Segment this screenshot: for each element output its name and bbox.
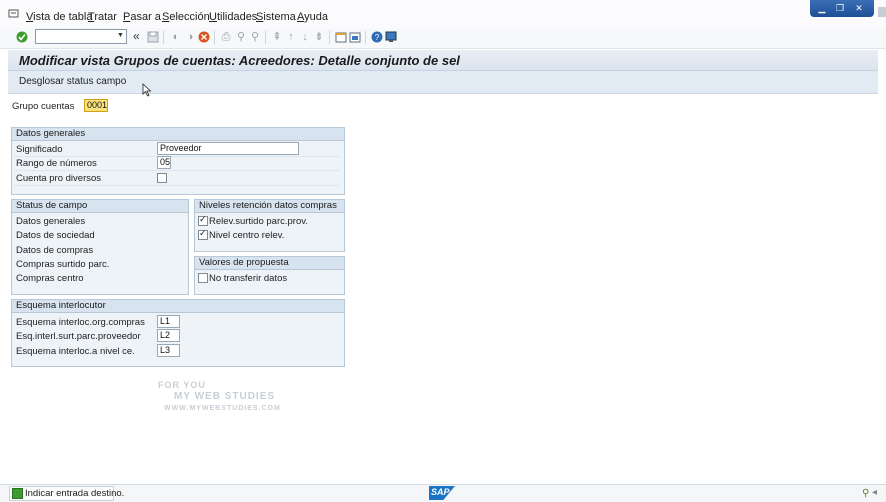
success-status-icon xyxy=(12,488,23,499)
status-datos-sociedad-item[interactable]: Datos de sociedad xyxy=(16,230,95,241)
nivel-centro-label: Nivel centro relev. xyxy=(209,230,285,241)
status-bar: Indicar entrada destino. SAP ⚲ ◂ xyxy=(0,484,886,502)
relev-surtido-checkbox[interactable] xyxy=(198,214,208,226)
desglosar-status-campo-button[interactable]: Desglosar status campo xyxy=(19,76,126,87)
toolbar-separator xyxy=(214,31,215,44)
status-message: Indicar entrada destino. xyxy=(25,488,125,499)
next-page-icon[interactable]: ↓ xyxy=(299,31,311,43)
rango-numeros-label: Rango de números xyxy=(16,158,97,169)
datos-generales-header: Datos generales xyxy=(12,128,344,141)
sap-logo-corner-icon xyxy=(878,7,886,17)
svg-text:?: ? xyxy=(375,33,380,42)
valores-propuesta-header: Valores de propuesta xyxy=(195,257,344,270)
menu-sistema[interactable]: Sistema xyxy=(256,11,296,23)
sap-logo: SAP xyxy=(429,486,455,500)
status-compras-surtido-item[interactable]: Compras surtido parc. xyxy=(16,259,109,270)
status-datos-generales-item[interactable]: Datos generales xyxy=(16,216,85,227)
command-dropdown-icon[interactable]: ▼ xyxy=(117,32,124,39)
significado-field[interactable]: Proveedor xyxy=(157,142,299,155)
menu-seleccion[interactable]: Selección xyxy=(162,11,210,23)
watermark-line-3: WWW.MYWEBSTUDIES.COM xyxy=(164,405,281,412)
status-campo-header: Status de campo xyxy=(12,200,188,213)
customize-layout-icon[interactable] xyxy=(385,31,397,43)
no-transferir-checkbox[interactable] xyxy=(198,273,208,283)
mouse-cursor-icon xyxy=(142,83,152,100)
esquema-org-compras-field[interactable]: L1 xyxy=(157,315,180,328)
find-icon[interactable]: ⚲ xyxy=(235,31,247,43)
grupo-cuentas-field[interactable]: 0001 xyxy=(84,99,108,112)
menu-tratar[interactable]: Tratar xyxy=(88,11,117,23)
status-collapse-icon[interactable]: ◂ xyxy=(872,487,877,498)
cuenta-diversos-label: Cuenta pro diversos xyxy=(16,173,102,184)
esquema-nivel-centro-label: Esquema interloc.a nivel ce. xyxy=(16,346,135,357)
niveles-retencion-header: Niveles retención datos compras xyxy=(195,200,344,213)
toolbar-separator xyxy=(265,31,266,44)
back-icon[interactable]: ◐ xyxy=(170,31,182,43)
menu-vista-de-tabla[interactable]: Vista de tabla xyxy=(26,11,92,23)
significado-label: Significado xyxy=(16,144,63,155)
command-field[interactable] xyxy=(35,29,127,44)
toolbar-separator xyxy=(329,31,330,44)
esquema-surt-parc-label: Esq.interl.surt.parc.proveedor xyxy=(16,331,141,342)
previous-page-icon[interactable]: ↑ xyxy=(285,31,297,43)
esquema-nivel-centro-field[interactable]: L3 xyxy=(157,344,180,357)
toolbar-separator xyxy=(163,31,164,44)
menu-utilidades[interactable]: Utilidades xyxy=(209,11,257,23)
system-info-icon[interactable]: ⚲ xyxy=(862,488,869,499)
collapse-toolbar-icon[interactable]: « xyxy=(133,29,140,43)
toolbar-separator xyxy=(365,31,366,44)
menu-ayuda[interactable]: Ayuda xyxy=(297,11,328,23)
first-page-icon[interactable]: ⇞ xyxy=(271,31,283,43)
window-controls: ▁ ❐ ✕ xyxy=(810,0,874,17)
help-icon[interactable]: ? xyxy=(371,31,383,43)
status-compras-centro-item[interactable]: Compras centro xyxy=(16,273,84,284)
exit-icon[interactable]: ◑ xyxy=(184,31,196,43)
close-icon[interactable]: ✕ xyxy=(853,3,865,13)
menu-bar: Vista de tabla Tratar Pasar a Selección … xyxy=(0,0,886,29)
rango-numeros-field[interactable]: 05 xyxy=(157,156,171,169)
menu-app-icon[interactable] xyxy=(8,9,20,19)
last-page-icon[interactable]: ⇟ xyxy=(313,31,325,43)
restore-icon[interactable]: ❐ xyxy=(834,3,846,13)
relev-surtido-label: Relev.surtido parc.prov. xyxy=(209,216,308,227)
standard-toolbar: ▼ « ◐ ◑ ⎙ ⚲ ⚲ ⇞ ↑ ↓ ⇟ ? xyxy=(0,28,886,49)
esquema-org-compras-label: Esquema interloc.org.compras xyxy=(16,317,145,328)
esquema-surt-parc-field[interactable]: L2 xyxy=(157,329,180,342)
watermark-line-2: MY WEB STUDIES xyxy=(174,391,276,402)
cuenta-diversos-checkbox[interactable] xyxy=(157,173,167,183)
sap-logo-text: SAP xyxy=(431,487,450,497)
shortcut-icon[interactable] xyxy=(349,31,361,43)
watermark-line-1: FOR YOU xyxy=(158,380,206,390)
grupo-cuentas-label: Grupo cuentas xyxy=(12,101,75,112)
create-session-icon[interactable] xyxy=(335,31,347,43)
minimize-icon[interactable]: ▁ xyxy=(816,3,828,13)
save-icon[interactable] xyxy=(147,31,159,43)
no-transferir-label: No transferir datos xyxy=(209,273,288,284)
application-toolbar: Desglosar status campo xyxy=(8,71,878,97)
esquema-interlocutor-header: Esquema interlocutor xyxy=(12,300,344,313)
print-icon[interactable]: ⎙ xyxy=(220,31,232,43)
nivel-centro-checkbox[interactable] xyxy=(198,228,208,240)
find-next-icon[interactable]: ⚲ xyxy=(249,31,261,43)
cancel-icon[interactable] xyxy=(198,31,210,43)
page-title: Modificar vista Grupos de cuentas: Acree… xyxy=(19,53,460,68)
screen-title-bar: Modificar vista Grupos de cuentas: Acree… xyxy=(8,50,878,71)
menu-pasar-a[interactable]: Pasar a xyxy=(123,11,161,23)
status-datos-compras-item[interactable]: Datos de compras xyxy=(16,245,93,256)
enter-check-icon[interactable] xyxy=(16,31,28,43)
